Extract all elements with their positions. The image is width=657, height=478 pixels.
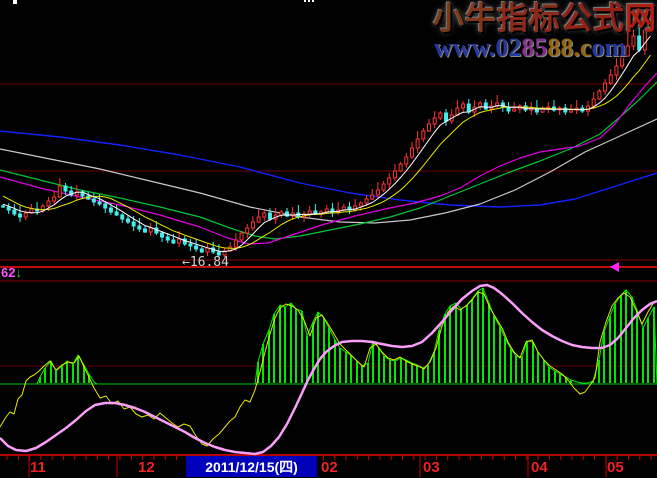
screen-artifact: [13, 0, 17, 4]
price-cursor-arrow-icon: [610, 262, 619, 272]
left-value-text: 62: [1, 265, 15, 280]
watermark-char: 指: [497, 1, 529, 36]
watermark-char: 网: [625, 1, 657, 36]
down-arrow-icon: ↓: [15, 265, 22, 280]
stock-chart-screen: 小牛指标公式网 www.028588.com ←16.84 62↓ 2011/1…: [0, 0, 657, 478]
watermark-char: w: [434, 33, 453, 62]
watermark-char: 8: [560, 33, 573, 62]
screen-artifact: [308, 0, 310, 2]
watermark-char: c: [580, 33, 592, 62]
low-price-annotation: ←16.84: [182, 255, 229, 270]
watermark-char: w: [472, 33, 489, 62]
watermark-char: 8: [547, 33, 560, 62]
watermark-char: 标: [529, 1, 561, 36]
axis-month-label: 04: [531, 459, 548, 476]
watermark-site-name: 小牛指标公式网: [433, 2, 657, 36]
watermark-char: m: [604, 33, 626, 62]
watermark-char: 8: [521, 33, 534, 62]
watermark-site-url: www.028588.com: [434, 35, 626, 61]
axis-month-label: 05: [607, 459, 624, 476]
watermark-char: 2: [508, 33, 521, 62]
axis-month-label: 02: [321, 459, 338, 476]
watermark-char: 5: [534, 33, 547, 62]
watermark-char: w: [453, 33, 472, 62]
watermark-char: 式: [593, 1, 625, 36]
watermark-char: 小: [433, 1, 465, 36]
screen-artifact: [312, 0, 314, 2]
watermark-char: 牛: [465, 1, 497, 36]
screen-artifact: [304, 0, 306, 2]
axis-month-label: 12: [138, 459, 155, 476]
watermark-char: 公: [561, 1, 593, 36]
axis-month-label: 11: [30, 459, 46, 476]
axis-month-label: 03: [423, 459, 440, 476]
left-value-readout: 62↓: [1, 265, 22, 280]
watermark-char: 0: [495, 33, 508, 62]
chart-canvas[interactable]: [0, 0, 657, 478]
watermark-char: o: [591, 33, 604, 62]
selected-date-box[interactable]: 2011/12/15(四): [186, 456, 317, 477]
